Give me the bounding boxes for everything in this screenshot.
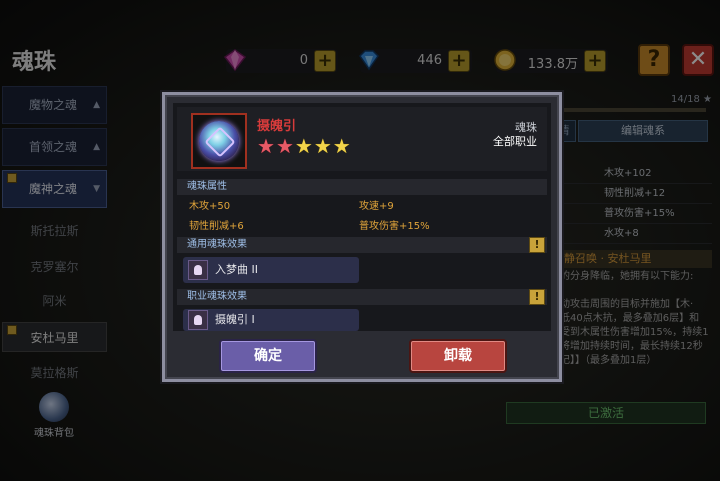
star-icon: ★ (257, 134, 275, 158)
effect-portrait-icon (188, 260, 208, 280)
attribute-value: 攻速+9 (359, 201, 394, 212)
soul-orb-icon (199, 121, 239, 161)
effect-label: 摄魄引 I (215, 313, 255, 326)
effect-portrait-icon (188, 310, 208, 330)
star-icon: ★ (275, 134, 294, 158)
star-icon: ★ (294, 134, 313, 158)
class-effect-section-title: 职业魂珠效果 (177, 289, 547, 305)
common-effect-chip[interactable]: 入梦曲 II (183, 257, 359, 283)
effect-label: 入梦曲 II (215, 263, 258, 276)
confirm-button[interactable]: 确定 (219, 339, 317, 373)
class-effect-chip[interactable]: 摄魄引 I (183, 309, 359, 331)
attributes-section-title: 魂珠属性 (177, 179, 547, 195)
unequip-button[interactable]: 卸载 (409, 339, 507, 373)
item-header: 摄魄引 ★★★★★ 魂珠 全部职业 (177, 107, 547, 171)
common-effect-section-title: 通用魂珠效果 (177, 237, 547, 253)
common-effect-info-button[interactable]: ! (529, 237, 545, 253)
soul-orb-detail-dialog: 摄魄引 ★★★★★ 魂珠 全部职业 魂珠属性 木攻+50 攻速+9 韧性削减+6… (162, 92, 562, 382)
item-class: 全部职业 (493, 135, 537, 148)
item-name: 摄魄引 (257, 119, 297, 134)
star-rating: ★★★★★ (257, 135, 352, 157)
attribute-value: 普攻伤害+15% (359, 221, 430, 232)
star-icon: ★ (313, 134, 332, 158)
star-icon: ★ (332, 134, 351, 158)
attribute-value: 木攻+50 (189, 201, 231, 212)
attribute-value: 韧性削减+6 (189, 221, 244, 232)
class-effect-info-button[interactable]: ! (529, 289, 545, 305)
dialog-content: 摄魄引 ★★★★★ 魂珠 全部职业 魂珠属性 木攻+50 攻速+9 韧性削减+6… (173, 103, 551, 331)
item-icon-frame (191, 113, 247, 169)
